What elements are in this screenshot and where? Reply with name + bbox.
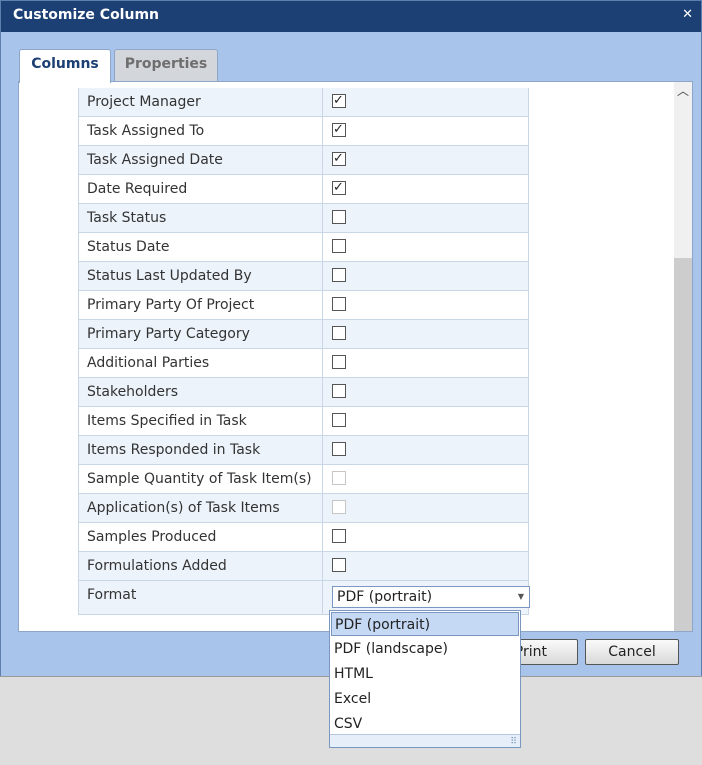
column-divider	[322, 465, 323, 493]
column-checkbox[interactable]	[332, 326, 346, 340]
column-label: Task Assigned Date	[87, 152, 223, 168]
column-divider	[322, 88, 323, 116]
tab-columns[interactable]: Columns	[19, 49, 111, 83]
column-row: Status Date	[78, 233, 529, 262]
column-checkbox[interactable]	[332, 413, 346, 427]
column-row: Status Last Updated By	[78, 262, 529, 291]
close-icon[interactable]: ✕	[682, 7, 693, 22]
format-option[interactable]: HTML	[331, 662, 519, 686]
column-label: Stakeholders	[87, 384, 179, 400]
column-checkbox[interactable]	[332, 558, 346, 572]
column-label: Status Date	[87, 239, 170, 255]
column-row: Items Specified in Task	[78, 407, 529, 436]
resize-grip-icon[interactable]: ⠿	[510, 737, 517, 747]
column-label: Status Last Updated By	[87, 268, 252, 284]
column-row: Samples Produced	[78, 523, 529, 552]
column-divider	[322, 378, 323, 406]
column-divider	[322, 175, 323, 203]
column-label: Task Assigned To	[87, 123, 205, 139]
format-option[interactable]: PDF (landscape)	[331, 637, 519, 661]
column-label: Additional Parties	[87, 355, 210, 371]
column-checkbox[interactable]: ✓	[332, 93, 346, 108]
column-checkbox[interactable]	[332, 384, 346, 398]
column-label: Application(s) of Task Items	[87, 500, 280, 516]
dropdown-footer: ⠿	[330, 734, 520, 747]
column-label: Items Responded in Task	[87, 442, 261, 458]
column-divider	[322, 523, 323, 551]
column-divider	[322, 581, 323, 614]
column-divider	[322, 204, 323, 232]
column-divider	[322, 407, 323, 435]
cancel-button[interactable]: Cancel	[585, 639, 679, 665]
column-row: Date Required ✓	[78, 175, 529, 204]
column-row: Application(s) of Task Items	[78, 494, 529, 523]
column-row: Stakeholders	[78, 378, 529, 407]
column-divider	[322, 117, 323, 145]
checkmark-icon: ✓	[333, 180, 344, 195]
format-dropdown-list[interactable]: PDF (portrait) PDF (landscape) HTML Excel CS…	[329, 610, 521, 748]
column-divider	[322, 233, 323, 261]
column-label: Primary Party Of Project	[87, 297, 255, 313]
column-divider	[322, 494, 323, 522]
column-label: Samples Produced	[87, 529, 217, 545]
checkmark-icon: ✓	[333, 122, 344, 137]
column-divider	[322, 552, 323, 580]
column-checkbox[interactable]	[332, 268, 346, 282]
column-row: Primary Party Category	[78, 320, 529, 349]
column-checkbox[interactable]	[332, 297, 346, 311]
column-divider	[322, 146, 323, 174]
columns-panel: Project Manager ✓ Task Assigned To ✓ Task As…	[18, 81, 693, 632]
column-row: Primary Party Of Project	[78, 291, 529, 320]
column-divider	[322, 262, 323, 290]
format-select[interactable]: PDF (portrait) ▼	[332, 586, 530, 608]
column-checkbox[interactable]: ✓	[332, 122, 346, 137]
column-row: Items Responded in Task	[78, 436, 529, 465]
format-option[interactable]: Excel	[331, 687, 519, 711]
title-bar: Customize Column ✕	[1, 1, 701, 32]
column-checkbox[interactable]	[332, 210, 346, 224]
column-label: Task Status	[87, 210, 167, 226]
column-row: Task Assigned Date ✓	[78, 146, 529, 175]
column-label: Items Specified in Task	[87, 413, 247, 429]
column-checkbox[interactable]	[332, 529, 346, 543]
dialog-title: Customize Column	[13, 7, 160, 23]
column-checkbox	[332, 500, 346, 514]
column-checkbox[interactable]	[332, 239, 346, 253]
vertical-scrollbar[interactable]: ︿	[674, 82, 692, 631]
format-label: Format	[87, 587, 137, 603]
column-row: Project Manager ✓	[78, 88, 529, 117]
format-option[interactable]: PDF (portrait)	[331, 612, 519, 636]
column-row: Formulations Added	[78, 552, 529, 581]
column-row: Additional Parties	[78, 349, 529, 378]
column-label: Date Required	[87, 181, 188, 197]
customize-column-dialog: Customize Column ✕ Columns Properties Pr…	[0, 0, 702, 676]
column-divider	[322, 436, 323, 464]
format-option[interactable]: CSV	[331, 712, 519, 736]
column-row: Sample Quantity of Task Item(s)	[78, 465, 529, 494]
column-label: Project Manager	[87, 94, 201, 110]
column-checkbox[interactable]	[332, 355, 346, 369]
column-checkbox[interactable]: ✓	[332, 151, 346, 166]
column-label: Primary Party Category	[87, 326, 250, 342]
checkmark-icon: ✓	[333, 151, 344, 166]
column-divider	[322, 291, 323, 319]
column-row: Task Assigned To ✓	[78, 117, 529, 146]
chevron-down-icon[interactable]: ▼	[515, 587, 527, 607]
column-divider	[322, 320, 323, 348]
column-label: Formulations Added	[87, 558, 227, 574]
tab-properties[interactable]: Properties	[114, 49, 218, 81]
column-divider	[322, 349, 323, 377]
scrollbar-thumb[interactable]	[674, 258, 692, 631]
column-row: Task Status	[78, 204, 529, 233]
column-checkbox	[332, 471, 346, 485]
column-checkbox[interactable]: ✓	[332, 180, 346, 195]
chevron-up-icon[interactable]: ︿	[674, 82, 692, 100]
column-checkbox[interactable]	[332, 442, 346, 456]
format-select-value: PDF (portrait)	[337, 589, 433, 605]
checkmark-icon: ✓	[333, 93, 344, 108]
column-label: Sample Quantity of Task Item(s)	[87, 471, 312, 487]
